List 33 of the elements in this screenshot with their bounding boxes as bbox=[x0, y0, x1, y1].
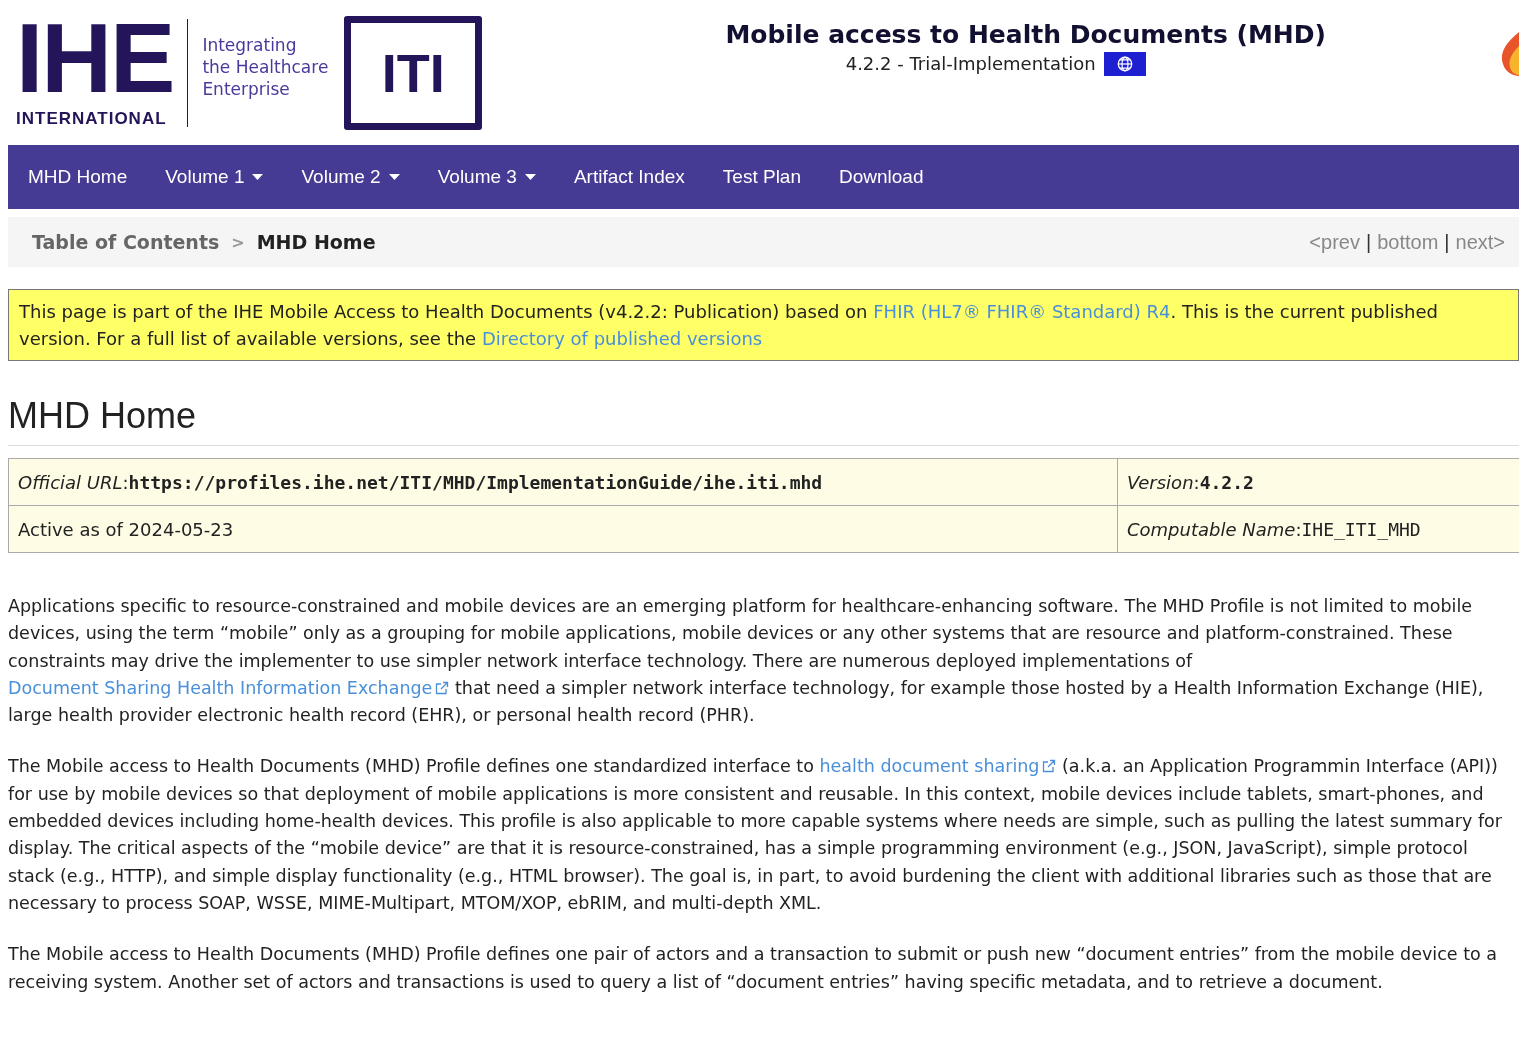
version-status: 4.2.2 - Trial-Implementation bbox=[845, 53, 1096, 74]
body-paragraph: The Mobile access to Health Documents (MHD) Profile defines one pair of actors and a transaction to submit or push new “document entries” from the mobile device to a receiving system. Another set of actors and transactions is used to query a list of “document entries” having specific metadata, and to retrieve a document. bbox=[8, 943, 1498, 994]
nav-link[interactable]: Volume 3 bbox=[423, 158, 550, 196]
table-cell: Version:4.2.2 bbox=[1117, 458, 1519, 506]
globe-icon[interactable] bbox=[1103, 51, 1146, 76]
caret-icon bbox=[524, 174, 536, 180]
breadcrumb-link[interactable]: Table of Contents bbox=[32, 231, 220, 253]
page-header-title: Mobile access to Health Documents (MHD) bbox=[725, 19, 1326, 49]
version-notice: This page is part of the IHE Mobile Access to Health Documents (v4.2.2: Publication) based on FHIR (HL7® FHIR® Standard) R4. This is the current published version. For a full list of available versions, see the Directory of published versions bbox=[8, 289, 1519, 361]
body-paragraph: The Mobile access to Health Documents (MHD) Profile defines one standardized interface to health document sharing (a.k.a. an Application Programmin Interface (API)) for use by mobile devices so that deployment of mobile applications is more consistent and reusable. In this context, mobile devices include tablets, smart-phones, and embedded devices including home-health devices. This profile is also applicable to more capable systems where needs are simple, such as pulling the latest summary for display. The critical aspects of the “mobile device” are that it is resource-constrained, has a simple programming environment (e.g., JSON, JavaScript), simple protocol stack (e.g., HTTP), and simple display functionality (e.g., HTML browser). The goal is, in part, to avoid burdening the client with additional libraries such as those that are necessary to process SOAP, WSSE, MIME-Multipart, MTOM/XOP, ebRIM, and multi-depth XML. bbox=[8, 755, 1503, 915]
table-cell: Active as of 2024-05-23 bbox=[8, 505, 1118, 553]
page-heading: MHD Home bbox=[8, 395, 1519, 446]
domain-logo: ITI bbox=[344, 15, 483, 130]
external-link-icon bbox=[1042, 759, 1057, 774]
nav-link[interactable]: Artifact Index bbox=[559, 158, 699, 196]
pager-separator: | bbox=[1444, 230, 1450, 254]
nav-link[interactable]: MHD Home bbox=[14, 158, 142, 196]
nav-link[interactable]: Volume 1 bbox=[151, 158, 278, 196]
logo-wordmark: IHE bbox=[16, 16, 174, 99]
table-cell: Official URL:https://profiles.ihe.net/ITI/MHD/ImplementationGuide/ihe.iti.mhd bbox=[8, 458, 1118, 506]
external-link-icon bbox=[435, 680, 450, 695]
caret-icon bbox=[388, 174, 400, 180]
pager-separator: | bbox=[1365, 230, 1372, 254]
logo-tagline: Integrating the Healthcare Enterprise bbox=[202, 33, 329, 100]
nav-link[interactable]: Download bbox=[825, 158, 938, 196]
nav-link[interactable]: Test Plan bbox=[708, 158, 815, 196]
breadcrumb-link[interactable]: MHD Home bbox=[256, 231, 376, 253]
body-paragraph: Applications specific to resource-constrained and mobile devices are an emerging platform for healthcare-enhancing software. The MHD Profile is not limited to mobile devices, using the term “mobile” only as a grouping for mobile applications, mobile devices or any other systems that are resource and platform-constrained. These constraints may drive the implementer to use simpler network interface technology. There are numerous deployed implementations of Document Sharing Health Information Exchange that need a simpler network interface technology, for example those hosted by a Health Information Exchange (HIE), large health provider electronic health record (EHR), or personal health record (PHR). bbox=[8, 595, 1485, 728]
caret-icon bbox=[252, 174, 264, 180]
breadcrumb-separator: > bbox=[231, 232, 245, 252]
logo-subtitle: INTERNATIONAL bbox=[16, 108, 168, 129]
nav-link[interactable]: Volume 2 bbox=[287, 158, 414, 196]
flame-icon bbox=[1499, 30, 1519, 78]
